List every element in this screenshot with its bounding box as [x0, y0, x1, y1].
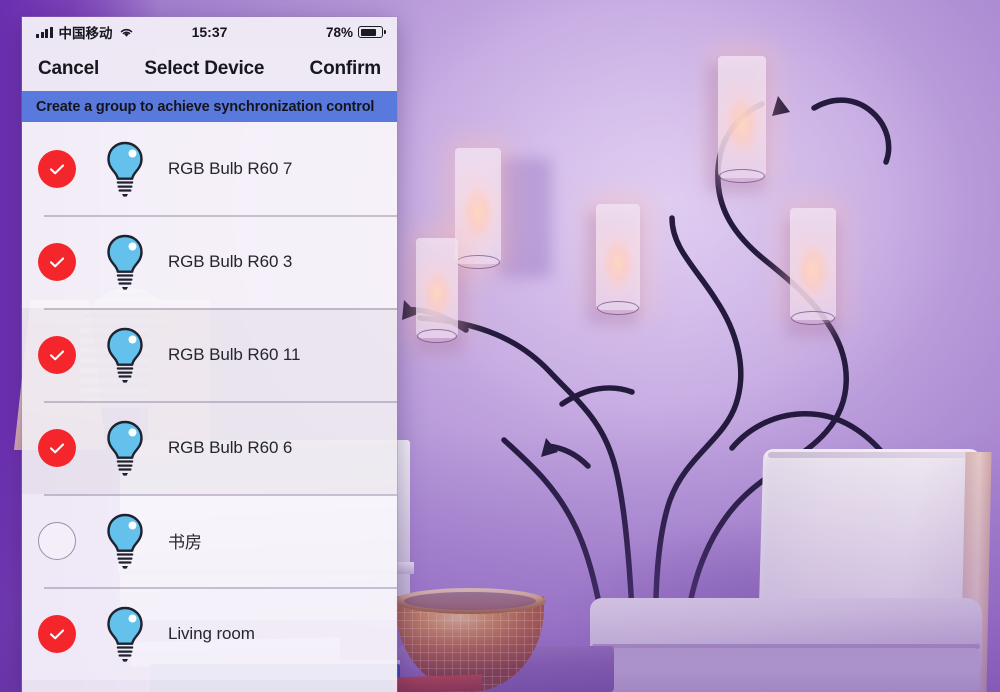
device-name: RGB Bulb R60 6 — [168, 437, 293, 457]
group-sync-banner-text: Create a group to achieve synchronizatio… — [36, 98, 375, 115]
bulb-icon — [102, 233, 148, 291]
check-circle-icon[interactable] — [38, 149, 76, 188]
bulb-icon — [102, 605, 148, 663]
list-item[interactable]: RGB Bulb R60 11 — [22, 308, 397, 401]
page-title: Select Device — [144, 58, 265, 79]
lamp-shade-shadow — [498, 158, 552, 278]
carrier-label: 中国移动 — [58, 26, 113, 41]
device-list: RGB Bulb R60 7 RGB Bulb R60 3 RGB Bulb R… — [22, 122, 397, 680]
check-circle-icon[interactable] — [38, 428, 76, 467]
list-item[interactable]: RGB Bulb R60 3 — [22, 215, 397, 308]
list-item[interactable]: 书房 — [22, 494, 397, 587]
cancel-button[interactable]: Cancel — [38, 58, 99, 80]
lamp-shade — [596, 204, 640, 315]
battery-icon — [358, 26, 386, 38]
lamp-shade — [416, 238, 458, 343]
group-sync-banner: Create a group to achieve synchronizatio… — [22, 91, 397, 122]
status-bar: 中国移动 15:37 78% — [22, 17, 397, 47]
device-name: Living room — [168, 623, 255, 643]
battery-percent-label: 78% — [325, 24, 353, 40]
device-name: RGB Bulb R60 7 — [168, 158, 293, 178]
lamp-shade — [790, 208, 836, 325]
lamp-shade — [718, 56, 766, 183]
check-circle-icon[interactable] — [38, 335, 76, 374]
screenshot-root: 中国移动 15:37 78% Cancel Select Device Conf… — [0, 0, 1000, 692]
cellular-signal-icon — [36, 26, 53, 38]
device-name: RGB Bulb R60 3 — [168, 251, 293, 271]
navigation-bar: Cancel Select Device Confirm — [22, 47, 397, 91]
confirm-button[interactable]: Confirm — [310, 58, 382, 80]
bulb-icon — [102, 140, 148, 198]
check-circle-icon[interactable] — [38, 614, 76, 653]
check-circle-icon[interactable] — [38, 242, 76, 281]
status-bar-right: 78% — [325, 24, 386, 40]
device-name: 书房 — [168, 533, 202, 552]
phone-screen: 中国移动 15:37 78% Cancel Select Device Conf… — [22, 17, 397, 692]
device-name: RGB Bulb R60 11 — [168, 344, 301, 364]
bulb-icon — [102, 326, 148, 384]
wifi-icon — [119, 27, 134, 38]
list-item[interactable]: Living room — [22, 587, 397, 680]
list-item[interactable]: RGB Bulb R60 7 — [22, 122, 397, 215]
bulb-icon — [102, 512, 148, 570]
lamp-shade — [455, 148, 501, 269]
list-item[interactable]: RGB Bulb R60 6 — [22, 401, 397, 494]
status-bar-left: 中国移动 — [36, 22, 134, 42]
bulb-icon — [102, 419, 148, 477]
empty-circle-icon[interactable] — [38, 521, 76, 560]
